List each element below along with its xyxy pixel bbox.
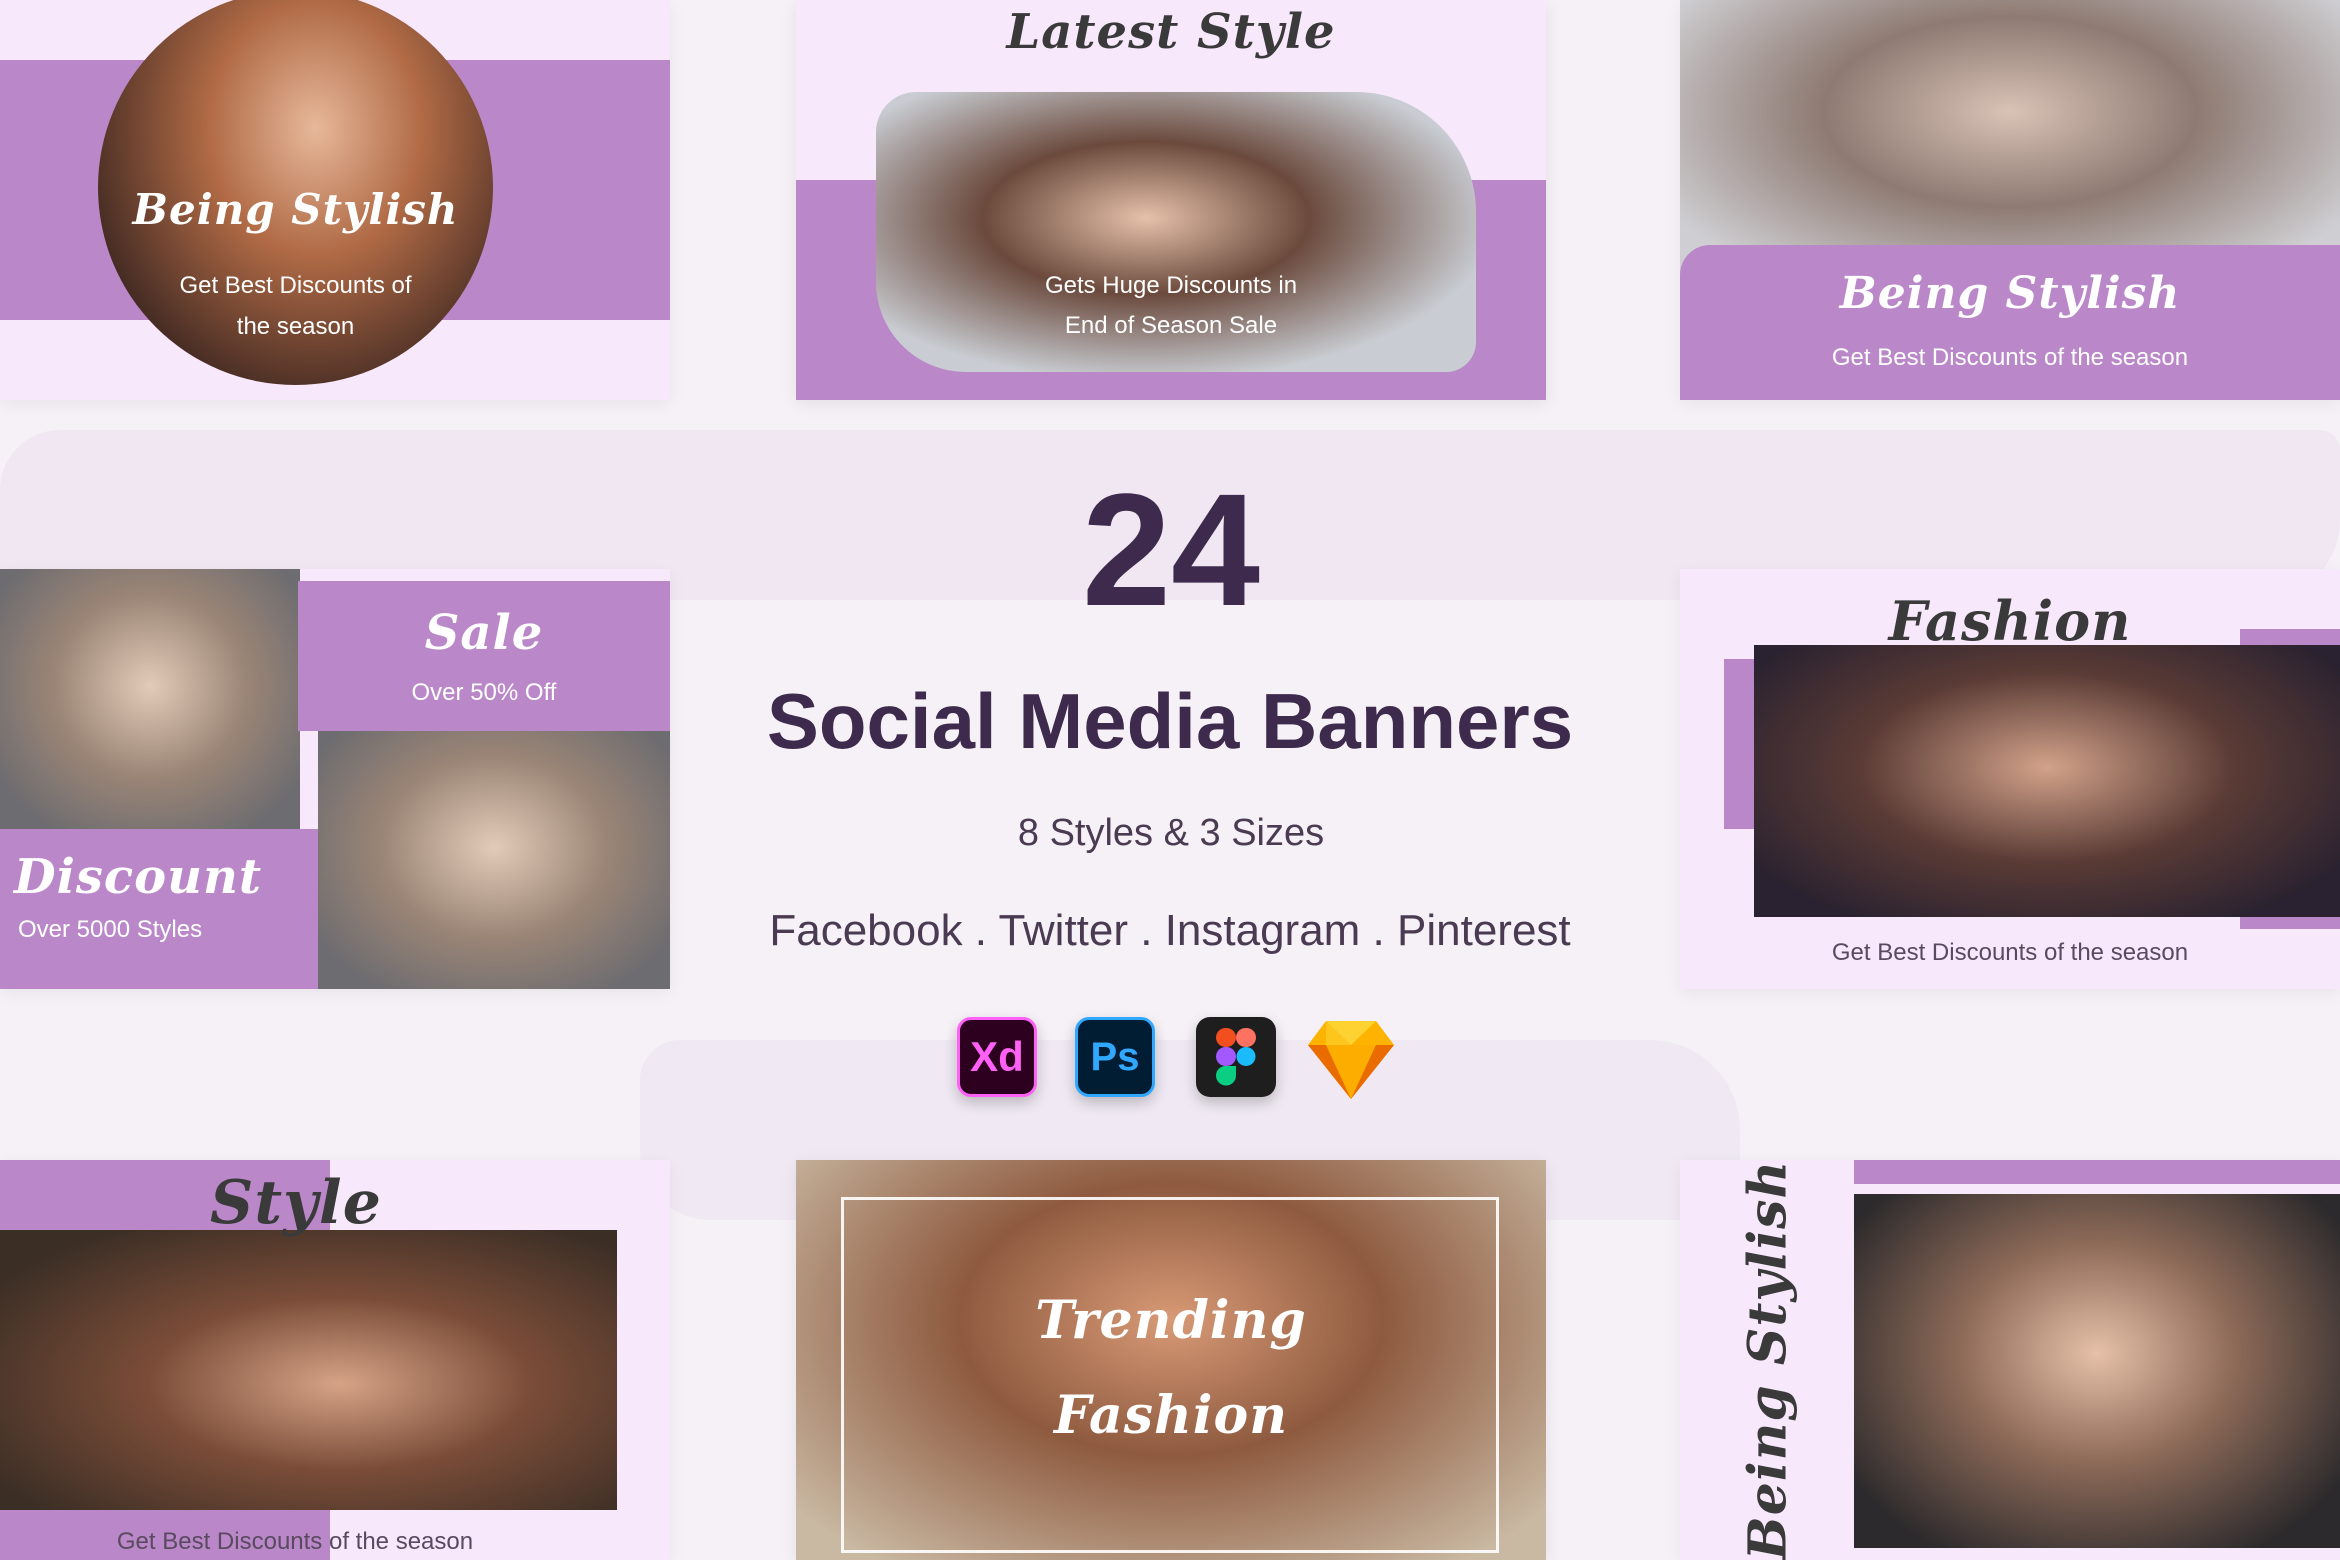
- banner-title: Latest Style: [1006, 4, 1336, 60]
- banner-subtitle: Get Best Discounts of the season: [1831, 344, 2189, 371]
- banner-subtitle: Gets Huge Discounts in: [1044, 272, 1298, 299]
- banner-subtitle: Get Best Discounts of the season: [116, 1528, 474, 1555]
- photoshop-icon-label: Ps: [1090, 1034, 1140, 1079]
- hero-platforms: Facebook . Twitter . Instagram . Pintere…: [769, 906, 1571, 955]
- banner-title-line1: Trending: [1035, 1290, 1307, 1351]
- banner-fashion: Fashion Get Best Discounts of the season: [1680, 569, 2340, 989]
- photo: [1854, 1194, 2340, 1548]
- xd-icon-label: Xd: [970, 1033, 1024, 1080]
- banner-style: Style Get Best Discounts of the season: [0, 1160, 670, 1560]
- banner-title: Sale: [424, 605, 544, 661]
- photoshop-icon: Ps: [1075, 1017, 1155, 1097]
- hero-subtitle: 8 Styles & 3 Sizes: [1017, 812, 1325, 854]
- banner-title-vertical: Being Stylish: [1737, 1160, 1799, 1560]
- banner-subtitle: the season: [236, 313, 355, 340]
- hero-title: Social Media Banners: [766, 677, 1574, 765]
- banner-title: Being Stylish: [132, 185, 459, 234]
- photo: [1754, 645, 2340, 917]
- photo: [1680, 0, 2340, 280]
- banner-title-line2: Fashion: [1053, 1385, 1289, 1446]
- photo: [0, 1230, 617, 1510]
- banner-subtitle: Over 5000 Styles: [18, 916, 203, 943]
- xd-icon: Xd: [957, 1017, 1037, 1097]
- white-frame: [841, 1197, 1499, 1553]
- purple-band-top: [1854, 1160, 2340, 1184]
- banner-sale-discount: Sale Over 50% Off Discount Over 5000 Sty…: [0, 569, 670, 989]
- figma-icon: [1196, 1017, 1276, 1097]
- banner-subtitle: Get Best Discounts of the season: [1831, 939, 2189, 966]
- banner-being-stylish-vertical: Being Stylish: [1680, 1160, 2340, 1560]
- sketch-diamond: [1308, 1021, 1394, 1099]
- photo-left: [0, 569, 300, 829]
- banner-title: Fashion: [1888, 589, 2132, 653]
- banner-subtitle: End of Season Sale: [1064, 312, 1278, 339]
- sketch-icon: [1306, 1017, 1396, 1101]
- banner-title: Being Stylish: [1839, 268, 2181, 319]
- photo-right: [318, 731, 670, 989]
- banner-being-stylish-wide: Being Stylish Get Best Discounts of the …: [1680, 0, 2340, 400]
- banner-trending-fashion: Trending Fashion: [796, 1160, 1546, 1560]
- banner-subtitle: Over 50% Off: [411, 679, 557, 706]
- banner-being-stylish-circle: Being Stylish Get Best Discounts of the …: [0, 0, 670, 400]
- figma-logo: [1216, 1028, 1256, 1086]
- hero-count: 24: [1082, 460, 1260, 639]
- banner-latest-style: Latest Style Gets Huge Discounts in End …: [796, 0, 1546, 400]
- banner-subtitle: Get Best Discounts of: [179, 272, 412, 299]
- banner-title: Discount: [14, 849, 263, 905]
- banner-title: Style: [210, 1168, 382, 1238]
